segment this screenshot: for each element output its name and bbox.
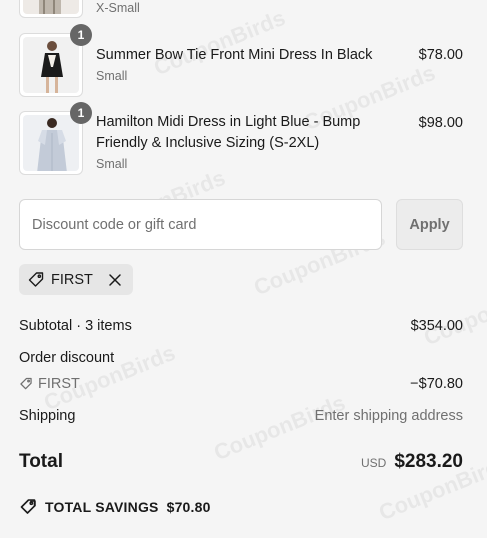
item-price: $98.00 (418, 115, 463, 131)
order-discount-label: Order discount (19, 350, 115, 366)
product-thumbnail[interactable]: 1 (19, 24, 92, 97)
order-discount-row: Order discount (19, 350, 463, 366)
close-icon[interactable] (107, 272, 123, 288)
applied-code-label: FIRST (51, 271, 93, 288)
shipping-value: Enter shipping address (314, 408, 463, 424)
tag-icon (19, 377, 33, 391)
discount-value: −$70.80 (410, 376, 463, 392)
cart-item: 1 Summer Bow Tie Front Mini Dress In Bla… (19, 24, 463, 97)
item-variant: Small (96, 69, 128, 83)
light-blue-dress-photo-icon (23, 115, 79, 171)
discount-code-input[interactable] (19, 199, 382, 250)
shipping-label: Shipping (19, 408, 76, 424)
black-dress-photo-icon (23, 37, 79, 93)
tag-icon (27, 271, 45, 289)
total-label: Total (19, 451, 63, 472)
discount-code-row: FIRST −$70.80 (19, 376, 463, 395)
total-amount-group: USD $283.20 (361, 451, 463, 473)
item-name: Summer Bow Tie Front Mini Dress In Black (96, 47, 373, 63)
total-savings: TOTAL SAVINGS $70.80 (19, 498, 211, 516)
item-name: Hamilton Midi Dress in Light Blue - Bump… (96, 114, 361, 151)
product-thumbnail (19, 0, 83, 18)
quantity-badge: 1 (70, 24, 92, 46)
tag-icon (19, 498, 37, 516)
subtotal-value: $354.00 (410, 318, 463, 334)
discount-code-name: FIRST (38, 376, 80, 392)
item-variant: X-Small (96, 1, 140, 15)
watermark: CouponBirds (210, 389, 349, 466)
subtotal-row: Subtotal · 3 items $354.00 (19, 318, 463, 334)
discount-form: Apply (19, 199, 463, 250)
dress-photo-partial-icon (23, 0, 79, 14)
currency-code: USD (360, 456, 387, 470)
watermark: CouponBirds (420, 274, 487, 351)
cart-item: 1 Hamilton Midi Dress in Light Blue - Bu… (19, 102, 463, 175)
savings-label: TOTAL SAVINGS (45, 499, 159, 515)
product-thumbnail[interactable]: 1 (19, 102, 92, 175)
subtotal-label: Subtotal · 3 items (19, 318, 132, 334)
applied-discount-chip: FIRST (19, 264, 133, 295)
item-variant: Small (96, 157, 128, 171)
item-price: $78.00 (418, 47, 463, 63)
total-amount: $283.20 (394, 451, 463, 472)
shipping-row: Shipping Enter shipping address (19, 408, 463, 424)
apply-button[interactable]: Apply (396, 199, 463, 250)
savings-value: $70.80 (166, 499, 211, 515)
quantity-badge: 1 (70, 102, 92, 124)
cart-item: X-Small (19, 0, 463, 18)
